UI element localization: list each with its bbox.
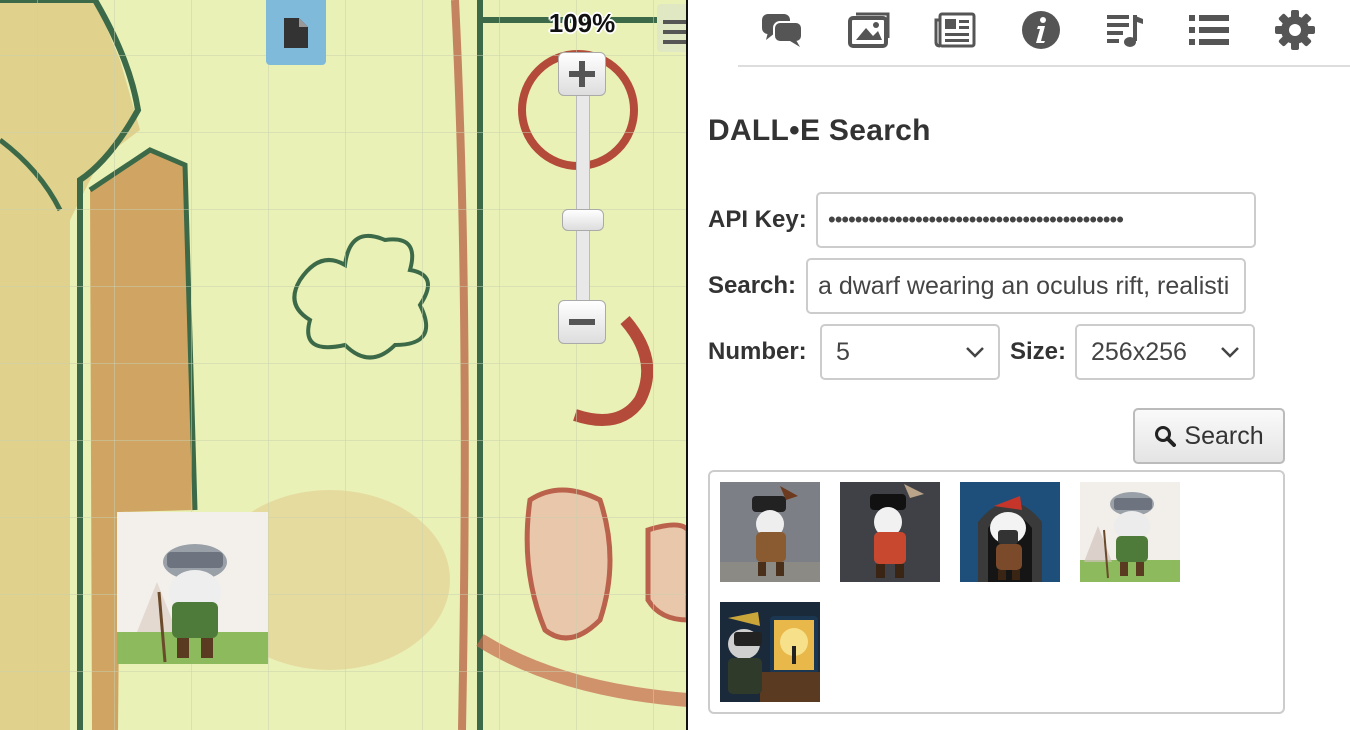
sidebar-toolbar [688,0,1350,62]
zoom-in-button[interactable] [558,52,606,96]
result-image[interactable] [840,482,940,582]
search-label: Search: [708,272,797,299]
result-image[interactable] [960,482,1060,582]
plus-icon [569,61,595,87]
toolbar-divider [738,65,1350,67]
search-icon [1155,426,1177,447]
result-image[interactable] [1080,482,1180,582]
panel-title: DALL•E Search [708,114,931,147]
sidebar-panel: DALL•E Search API Key: •••••••••••••••••… [688,0,1350,730]
dwarf-token[interactable] [117,512,268,664]
result-image[interactable] [720,482,820,582]
document-tab[interactable] [266,0,326,65]
api-key-label: API Key: [708,206,807,233]
number-select-value: 5 [836,337,850,366]
zoom-out-button[interactable] [558,300,606,344]
chevron-down-icon [966,347,984,358]
result-image[interactable] [720,602,820,702]
chevron-down-icon [1221,347,1239,358]
zoom-slider-track[interactable] [576,70,590,322]
results-grid [708,470,1285,714]
search-input[interactable]: a dwarf wearing an oculus rift, realisti [806,258,1246,314]
zoom-level-label: 109% [548,8,616,38]
gear-icon[interactable] [1273,8,1317,52]
size-select-value: 256x256 [1091,337,1187,366]
newspaper-icon[interactable] [933,8,977,52]
api-key-field[interactable]: ••••••••••••••••••••••••••••••••••••••••… [816,192,1256,248]
chat-icon[interactable] [761,8,805,52]
map-menu-button[interactable] [657,4,688,52]
number-select[interactable]: 5 [820,324,1000,380]
size-label: Size: [1010,338,1067,365]
info-icon[interactable] [1019,8,1063,52]
document-icon [284,17,308,48]
music-playlist-icon[interactable] [1103,8,1147,52]
search-button[interactable]: Search [1133,408,1285,464]
image-gallery-icon[interactable] [847,8,891,52]
hamburger-icon [663,20,688,44]
size-select[interactable]: 256x256 [1075,324,1255,380]
minus-icon [569,319,595,325]
number-label: Number: [708,338,807,365]
map-canvas[interactable]: 109% [0,0,688,730]
list-icon[interactable] [1187,8,1231,52]
zoom-slider-handle[interactable] [562,209,604,231]
search-button-label: Search [1184,421,1264,450]
